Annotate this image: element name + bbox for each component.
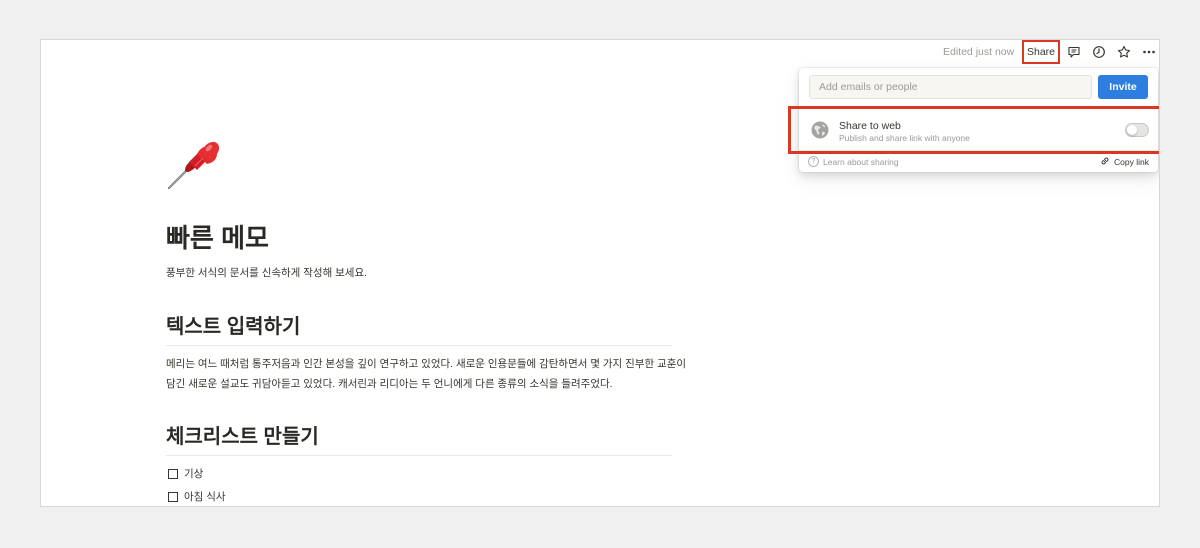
share-to-web-title: Share to web [839,120,901,132]
section-heading-checklist[interactable]: 체크리스트 만들기 [166,420,319,449]
invite-button[interactable]: Invite [1098,75,1148,99]
learn-about-sharing-label: Learn about sharing [823,156,899,167]
checklist-item[interactable]: 기상 [168,466,203,481]
invite-input-placeholder: Add emails or people [819,81,918,93]
pushpin-icon[interactable] [165,136,225,192]
invite-button-label: Invite [1109,81,1137,93]
help-icon: ? [808,156,819,167]
section-heading-text-input[interactable]: 텍스트 입력하기 [166,310,300,339]
link-icon [1100,156,1110,168]
star-icon[interactable] [1117,45,1131,59]
checklist-item-label: 아침 식사 [184,491,226,503]
checkbox[interactable] [168,468,178,479]
share-button[interactable]: Share [1022,40,1060,64]
checkbox[interactable] [168,491,178,502]
invite-input[interactable]: Add emails or people [809,75,1092,99]
share-to-web-toggle[interactable] [1125,123,1149,137]
globe-icon [811,121,829,139]
edited-status: Edited just now [943,46,1015,58]
history-icon[interactable] [1092,45,1106,59]
copy-link-button[interactable]: Copy link [1100,156,1149,168]
checklist-item[interactable]: 아침 식사 [168,489,226,504]
share-to-web-description: Publish and share link with anyone [839,133,970,143]
page-title[interactable]: 빠른 메모 [166,218,269,255]
section-divider [166,345,672,346]
popup-footer-divider [799,150,1158,151]
checklist-item-label: 기상 [184,468,204,480]
notion-window: Edited just now Share Add emails or peop… [40,39,1160,507]
share-popup: Add emails or people Invite Share to web… [788,68,1159,172]
learn-about-sharing-link[interactable]: ? Learn about sharing [808,156,899,167]
more-icon[interactable] [1142,45,1156,59]
text-paragraph[interactable]: 메리는 여느 때처럼 통주저음과 인간 본성을 깊이 연구하고 있었다. 새로운… [166,355,686,394]
comment-icon[interactable] [1067,45,1081,59]
section-divider [166,455,672,456]
copy-link-label: Copy link [1114,157,1149,167]
page-subtitle[interactable]: 풍부한 서식의 문서를 신속하게 작성해 보세요. [166,265,367,280]
share-button-label: Share [1026,46,1056,58]
